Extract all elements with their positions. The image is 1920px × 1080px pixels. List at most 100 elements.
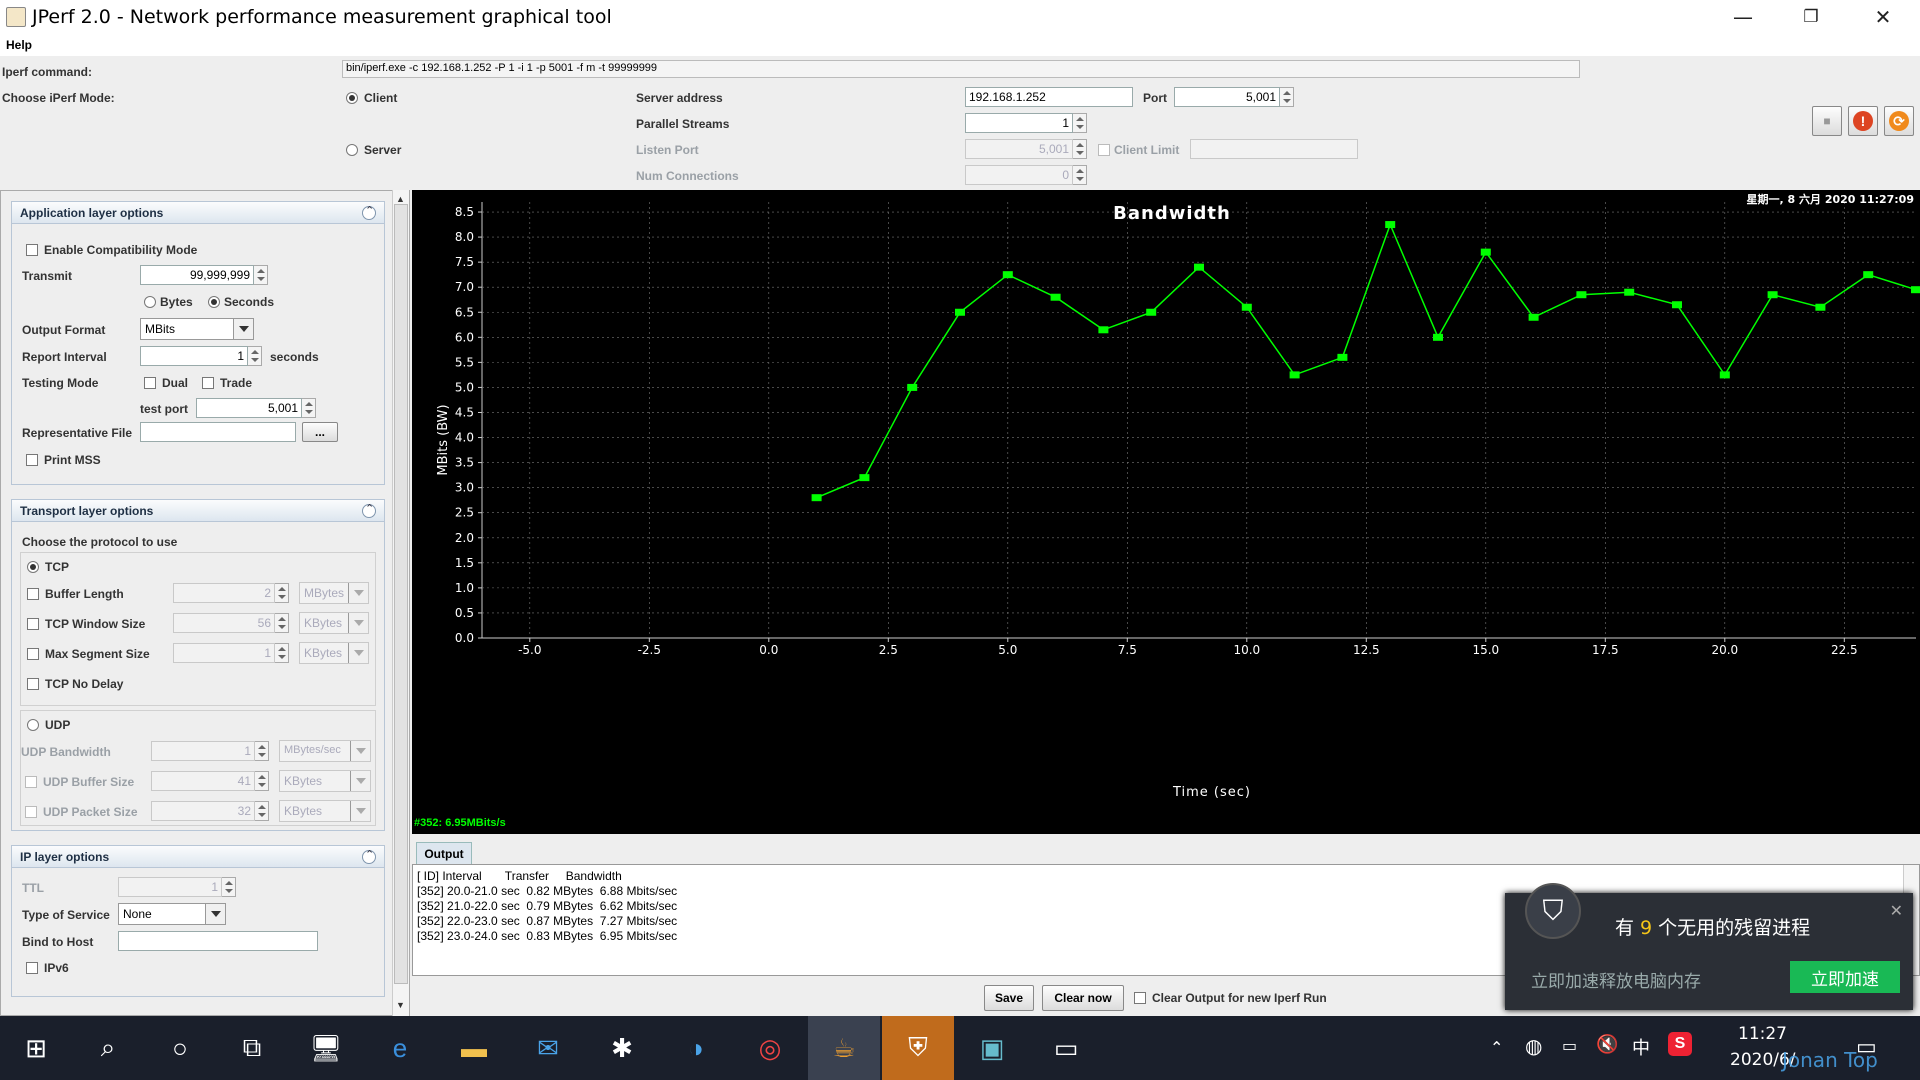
server-address-input[interactable]: 192.168.1.252 bbox=[965, 87, 1133, 107]
test-port-input[interactable]: 5,001 bbox=[196, 398, 302, 418]
udp-buffer-input[interactable]: 41 bbox=[151, 771, 255, 791]
battery-icon[interactable]: ▭ bbox=[1562, 1036, 1577, 1056]
buffer-length-checkbox[interactable] bbox=[27, 588, 39, 600]
stop-icon[interactable]: ■ bbox=[1812, 106, 1842, 136]
output-format-select[interactable]: MBits bbox=[140, 318, 254, 340]
globe-icon[interactable]: ◍ bbox=[1525, 1034, 1542, 1059]
tcp-window-input[interactable]: 56 bbox=[173, 613, 275, 633]
client-limit-input[interactable] bbox=[1190, 139, 1358, 159]
report-interval-input[interactable]: 1 bbox=[140, 346, 248, 366]
app-layer-header[interactable]: Application layer options bbox=[12, 202, 384, 224]
test-port-spinner[interactable] bbox=[302, 398, 316, 418]
transport-layer-header[interactable]: Transport layer options bbox=[12, 500, 384, 522]
client-limit-checkbox[interactable] bbox=[1098, 144, 1110, 156]
menu-help[interactable]: Help bbox=[6, 38, 32, 52]
udp-packet-input[interactable]: 32 bbox=[151, 801, 255, 821]
edge-icon[interactable]: e bbox=[364, 1016, 436, 1080]
close-button[interactable]: ✕ bbox=[1852, 0, 1914, 34]
restore-defaults-button[interactable]: ⟳ bbox=[1884, 106, 1914, 136]
minimize-button[interactable]: — bbox=[1712, 0, 1774, 34]
max-segment-spinner[interactable] bbox=[275, 643, 289, 663]
max-segment-input[interactable]: 1 bbox=[173, 643, 275, 663]
chevron-down-icon[interactable] bbox=[348, 613, 368, 633]
chevron-down-icon[interactable] bbox=[205, 904, 225, 924]
ime-indicator[interactable]: 中 bbox=[1632, 1034, 1650, 1060]
network-app-icon[interactable]: ▣ bbox=[956, 1016, 1028, 1080]
chrome-icon[interactable]: ◎ bbox=[734, 1016, 806, 1080]
tab-output[interactable]: Output bbox=[416, 842, 472, 864]
media-icon[interactable]: ✱ bbox=[586, 1016, 658, 1080]
udp-buffer-checkbox[interactable] bbox=[25, 776, 37, 788]
listen-port-spinner[interactable] bbox=[1073, 139, 1087, 159]
collapse-icon[interactable] bbox=[362, 848, 376, 864]
num-connections-spinner[interactable] bbox=[1073, 165, 1087, 185]
udp-bandwidth-spinner[interactable] bbox=[255, 741, 269, 761]
run-iperf-button[interactable]: ! bbox=[1848, 106, 1878, 136]
client-radio[interactable] bbox=[346, 92, 358, 104]
udp-radio[interactable] bbox=[27, 719, 39, 731]
feather-app-icon[interactable]: ◑ bbox=[660, 1016, 732, 1080]
udp-bandwidth-unit-select[interactable]: MBytes/sec bbox=[279, 740, 371, 762]
parallel-streams-spinner[interactable] bbox=[1073, 113, 1087, 133]
chevron-down-icon[interactable] bbox=[233, 319, 253, 339]
browse-button[interactable]: ... bbox=[302, 422, 338, 442]
trade-checkbox[interactable] bbox=[202, 377, 214, 389]
save-button[interactable]: Save bbox=[984, 985, 1034, 1011]
compat-mode-checkbox[interactable] bbox=[26, 244, 38, 256]
server-radio[interactable] bbox=[346, 144, 358, 156]
collapse-icon[interactable] bbox=[362, 204, 376, 220]
scroll-thumb[interactable] bbox=[394, 204, 408, 984]
accelerate-button[interactable]: 立即加速 bbox=[1790, 961, 1900, 993]
options-scrollbar[interactable]: ▲ ▼ bbox=[392, 190, 409, 1016]
computer-icon[interactable]: 🖥 bbox=[290, 1016, 362, 1080]
tcp-no-delay-checkbox[interactable] bbox=[27, 678, 39, 690]
port-spinner[interactable] bbox=[1280, 87, 1294, 107]
transmit-spinner[interactable] bbox=[254, 265, 268, 285]
maximize-button[interactable]: ❐ bbox=[1780, 0, 1842, 34]
tcp-window-spinner[interactable] bbox=[275, 613, 289, 633]
udp-packet-spinner[interactable] bbox=[255, 801, 269, 821]
scroll-up-icon[interactable]: ▲ bbox=[396, 194, 405, 204]
mail-icon[interactable]: ✉ bbox=[512, 1016, 584, 1080]
collapse-icon[interactable] bbox=[362, 502, 376, 518]
chevron-down-icon[interactable] bbox=[350, 801, 370, 821]
java-taskbar-icon[interactable]: ☕ bbox=[808, 1016, 880, 1080]
clear-output-checkbox[interactable] bbox=[1134, 992, 1146, 1004]
bytes-radio[interactable] bbox=[144, 296, 156, 308]
ip-layer-header[interactable]: IP layer options bbox=[12, 846, 384, 868]
buffer-length-input[interactable]: 2 bbox=[173, 583, 275, 603]
buffer-length-spinner[interactable] bbox=[275, 583, 289, 603]
notification-close-icon[interactable]: ✕ bbox=[1890, 901, 1903, 921]
parallel-streams-input[interactable]: 1 bbox=[965, 113, 1073, 133]
sogou-icon[interactable]: S bbox=[1668, 1032, 1692, 1056]
chevron-down-icon[interactable] bbox=[350, 771, 370, 791]
udp-packet-unit-select[interactable]: KBytes bbox=[279, 800, 371, 822]
search-icon[interactable]: ⌕ bbox=[72, 1016, 144, 1080]
listen-port-input[interactable]: 5,001 bbox=[965, 139, 1073, 159]
print-mss-checkbox[interactable] bbox=[26, 454, 38, 466]
chevron-up-icon[interactable]: ⌃ bbox=[1490, 1038, 1503, 1058]
max-segment-checkbox[interactable] bbox=[27, 648, 39, 660]
seconds-radio[interactable] bbox=[208, 296, 220, 308]
shield-taskbar-icon[interactable]: ⛨ bbox=[882, 1016, 954, 1080]
tcp-radio[interactable] bbox=[27, 561, 39, 573]
transmit-input[interactable]: 99,999,999 bbox=[140, 265, 254, 285]
chevron-down-icon[interactable] bbox=[348, 583, 368, 603]
tcp-window-checkbox[interactable] bbox=[27, 618, 39, 630]
udp-buffer-unit-select[interactable]: KBytes bbox=[279, 770, 371, 792]
num-connections-input[interactable]: 0 bbox=[965, 165, 1073, 185]
max-segment-unit-select[interactable]: KBytes bbox=[299, 642, 369, 664]
port-input[interactable]: 5,001 bbox=[1174, 87, 1280, 107]
udp-bandwidth-input[interactable]: 1 bbox=[151, 741, 255, 761]
udp-buffer-spinner[interactable] bbox=[255, 771, 269, 791]
clock-time[interactable]: 11:27 bbox=[1738, 1024, 1787, 1044]
ttl-input[interactable]: 1 bbox=[118, 877, 222, 897]
volume-mute-icon[interactable]: 🔇 bbox=[1596, 1034, 1618, 1055]
udp-packet-checkbox[interactable] bbox=[25, 806, 37, 818]
tcp-window-unit-select[interactable]: KBytes bbox=[299, 612, 369, 634]
chevron-down-icon[interactable] bbox=[348, 643, 368, 663]
buffer-length-unit-select[interactable]: MBytes bbox=[299, 582, 369, 604]
windows-start-icon[interactable]: ⊞ bbox=[0, 1016, 72, 1080]
scroll-down-icon[interactable]: ▼ bbox=[396, 1000, 405, 1010]
task-view-icon[interactable]: ⧉ bbox=[216, 1016, 288, 1080]
